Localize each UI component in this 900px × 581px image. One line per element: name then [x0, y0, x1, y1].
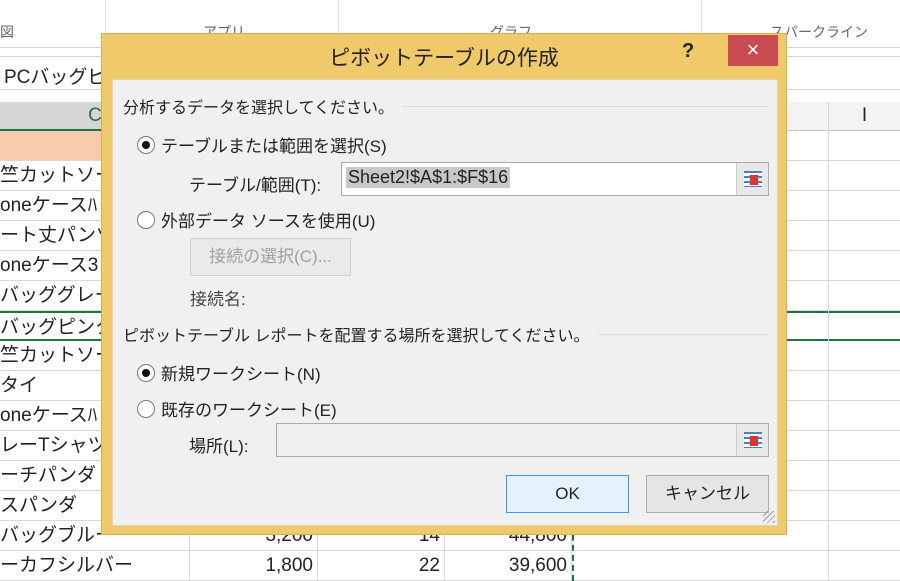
create-pivottable-dialog: ピボットテーブルの作成 ? × 分析するデータを選択してください。 テーブルまた…	[101, 33, 787, 535]
section-data-source: 分析するデータを選択してください。	[123, 94, 769, 118]
dialog-body: 分析するデータを選択してください。 テーブルまたは範囲を選択(S) テーブル/範…	[112, 79, 778, 526]
column-header-i[interactable]: I	[828, 102, 900, 131]
range-label: テーブル/範囲(T):	[189, 176, 322, 195]
help-icon[interactable]: ?	[682, 40, 694, 63]
cursor-icon	[750, 175, 758, 185]
table-row: ーカフシルバー 1,800 22 39,600	[0, 551, 900, 581]
radio-unchecked-icon	[137, 210, 155, 229]
cell[interactable]: ーカフシルバー	[0, 551, 190, 580]
location-picker-button[interactable]	[736, 424, 768, 456]
cancel-button[interactable]: キャンセル	[646, 475, 769, 513]
radio-checked-icon	[137, 363, 155, 382]
close-button[interactable]: ×	[728, 35, 778, 66]
radio-label: 外部データ ソースを使用(U)	[161, 212, 376, 231]
location-label: 場所(L):	[189, 437, 249, 456]
range-picker-button[interactable]	[736, 163, 768, 195]
radio-checked-icon	[137, 135, 155, 154]
resize-grip[interactable]	[763, 511, 775, 523]
radio-existing-worksheet[interactable]: 既存のワークシート(E)	[137, 396, 337, 421]
gridline	[828, 131, 829, 581]
location-input[interactable]	[276, 423, 769, 457]
cell-qty[interactable]: 22	[318, 551, 445, 580]
choose-connection-button[interactable]: 接続の選択(C)...	[190, 238, 351, 276]
radio-label: テーブルまたは範囲を選択(S)	[161, 137, 387, 156]
cell-total[interactable]: 39,600	[445, 551, 572, 580]
cell-price[interactable]: 1,800	[190, 551, 318, 580]
radio-select-table[interactable]: テーブルまたは範囲を選択(S)	[137, 132, 387, 157]
radio-unchecked-icon	[137, 399, 155, 418]
section-label: ピボットテーブル レポートを配置する場所を選択してください。	[123, 328, 590, 345]
radio-external-source[interactable]: 外部データ ソースを使用(U)	[137, 207, 375, 232]
radio-label: 新規ワークシート(N)	[161, 365, 321, 384]
ribbon-group-illustrations: 図	[0, 24, 14, 40]
section-location: ピボットテーブル レポートを配置する場所を選択してください。	[123, 322, 769, 346]
cursor-icon	[750, 436, 758, 446]
radio-label: 既存のワークシート(E)	[161, 401, 337, 420]
range-input[interactable]: Sheet2!$A$1:$F$16	[341, 162, 769, 196]
section-label: 分析するデータを選択してください。	[123, 100, 395, 117]
connection-name-label: 接続名:	[190, 290, 246, 309]
ok-button[interactable]: OK	[506, 475, 629, 513]
range-value: Sheet2!$A$1:$F$16	[346, 167, 511, 188]
radio-new-worksheet[interactable]: 新規ワークシート(N)	[137, 360, 321, 385]
